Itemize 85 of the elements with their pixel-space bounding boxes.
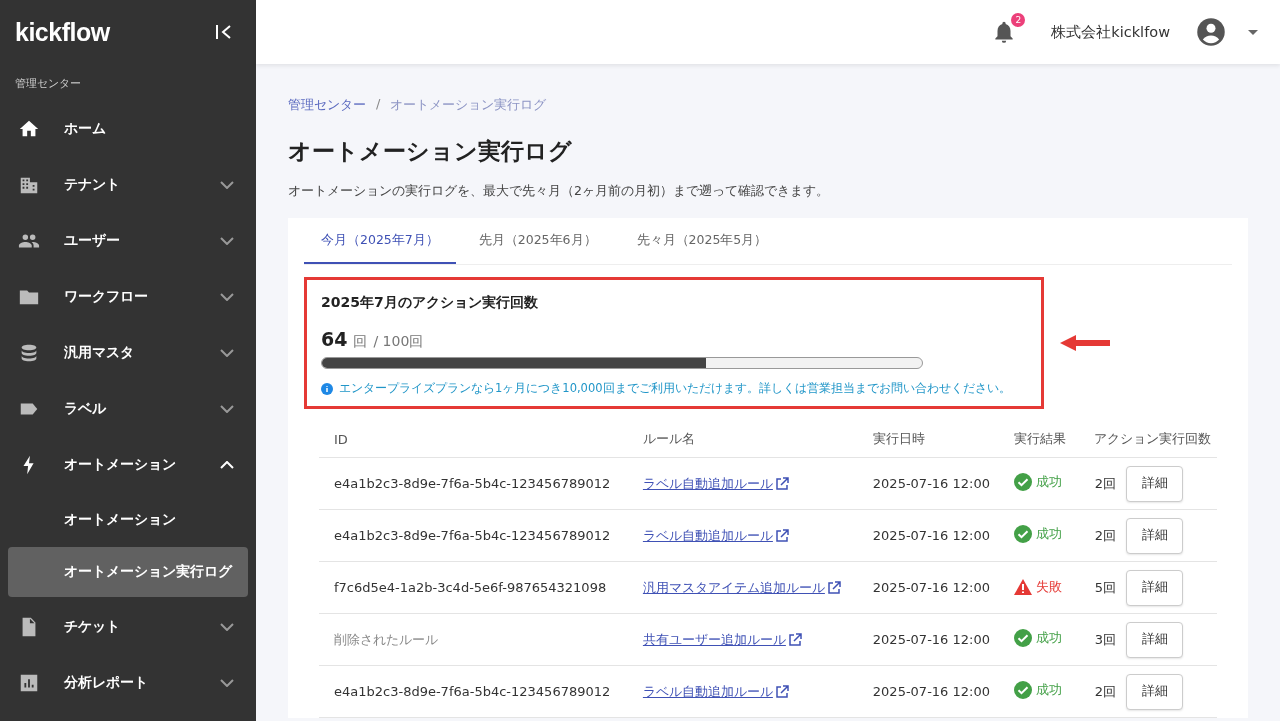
- check-circle-icon: [1014, 473, 1033, 491]
- chevron-down-icon: [220, 623, 234, 631]
- chevron-down-icon: [220, 679, 234, 687]
- sidebar-item[interactable]: 分析レポート: [8, 655, 248, 711]
- execution-datetime: 2025-07-16 12:00: [872, 684, 990, 699]
- log-id: e4a1b2c3-8d9e-7f6a-5b4c-123456789012: [334, 684, 611, 699]
- detail-button[interactable]: 詳細: [1126, 569, 1183, 606]
- sidebar-item[interactable]: ホーム: [8, 101, 248, 157]
- breadcrumb-separator: /: [376, 96, 381, 113]
- result-status: 成功: [1036, 525, 1063, 543]
- detail-button[interactable]: 詳細: [1126, 621, 1183, 658]
- sidebar-item[interactable]: ユーザー: [8, 213, 248, 269]
- sidebar-item[interactable]: オートメーション: [8, 437, 248, 493]
- warning-icon: [1014, 578, 1033, 595]
- sidebar-item[interactable]: ワークフロー: [8, 269, 248, 325]
- sidebar-item[interactable]: ラベル: [8, 381, 248, 437]
- section-label: 管理センター: [14, 76, 82, 92]
- bar-chart-icon: [18, 672, 40, 694]
- sidebar-item[interactable]: 汎用マスタ: [8, 325, 248, 381]
- info-icon: [321, 382, 333, 395]
- detail-button[interactable]: 詳細: [1126, 517, 1183, 554]
- result-status: 成功: [1036, 473, 1063, 491]
- logo: kickflow: [15, 17, 110, 47]
- rule-link[interactable]: ラベル自動追加ルール: [642, 682, 789, 701]
- caret-icon[interactable]: [1248, 29, 1258, 35]
- usage-unit: 回: [353, 333, 368, 351]
- chevron-down-icon: [220, 405, 234, 413]
- check-circle-icon: [1014, 681, 1033, 699]
- column-header: アクション実行回数: [1077, 421, 1217, 458]
- breadcrumb-link[interactable]: 管理センター: [288, 96, 366, 114]
- rule-link[interactable]: 汎用マスタアイテム追加ルール: [642, 578, 841, 597]
- detail-button[interactable]: 詳細: [1126, 673, 1183, 710]
- result-status: 失敗: [1036, 577, 1063, 596]
- avatar-icon[interactable]: [1196, 17, 1226, 47]
- log-id: e4a1b2c3-8d9e-7f6a-5b4c-123456789012: [334, 528, 611, 543]
- log-id: f7c6d5e4-1a2b-3c4d-5e6f-987654321098: [334, 580, 607, 595]
- rule-link[interactable]: ラベル自動追加ルール: [642, 474, 789, 493]
- usage-limit: / 100回: [373, 333, 424, 351]
- page-description: オートメーションの実行ログを、最大で先々月（2ヶ月前の月初）まで遡って確認できます。: [288, 183, 830, 200]
- log-id: e4a1b2c3-8d9e-7f6a-5b4c-123456789012: [334, 476, 611, 491]
- action-count: 2回: [1094, 527, 1116, 542]
- external-link-icon: [826, 580, 841, 595]
- detail-button[interactable]: 詳細: [1126, 465, 1183, 502]
- sidebar-subitem[interactable]: オートメーション: [8, 495, 248, 545]
- execution-datetime: 2025-07-16 12:00: [872, 632, 990, 647]
- deleted-rule-text: 削除されたルール: [334, 631, 438, 647]
- chevron-down-icon: [220, 181, 234, 189]
- usage-title: 2025年7月のアクション実行回数: [321, 294, 539, 312]
- month-tab[interactable]: 今月（2025年7月）: [304, 218, 456, 264]
- external-link-icon: [774, 476, 789, 491]
- action-count: 2回: [1094, 683, 1116, 698]
- check-circle-icon: [1014, 525, 1033, 543]
- month-tab[interactable]: 先月（2025年6月）: [461, 218, 614, 264]
- chevron-down-icon: [220, 237, 234, 245]
- sidebar-item[interactable]: テナント: [8, 157, 248, 213]
- usage-count: 64: [321, 328, 348, 350]
- company-name: 株式会社kicklfow: [1051, 22, 1170, 42]
- chevron-down-icon: [220, 293, 234, 301]
- result-status: 成功: [1036, 629, 1063, 647]
- page-title: オートメーション実行ログ: [288, 137, 573, 166]
- external-link-icon: [774, 684, 789, 699]
- external-link-icon: [787, 632, 802, 647]
- result-status: 成功: [1036, 681, 1063, 699]
- column-header: 実行結果: [1006, 421, 1078, 458]
- action-count: 2回: [1094, 475, 1116, 490]
- month-tab[interactable]: 先々月（2025年5月）: [619, 218, 785, 264]
- chevron-down-icon: [220, 349, 234, 357]
- column-header: 実行日時: [857, 421, 1007, 458]
- plan-note: エンタープライズプランなら1ヶ月につき10,000回までご利用いただけます。詳しくは営業担当までお問い合わせください。: [339, 381, 1011, 396]
- sidebar-item[interactable]: チケット: [8, 599, 248, 655]
- check-circle-icon: [1014, 629, 1033, 647]
- notification-badge: 2: [1011, 13, 1026, 27]
- rule-link[interactable]: ラベル自動追加ルール: [642, 526, 789, 545]
- column-header: ルール名: [627, 421, 858, 458]
- action-count: 3回: [1094, 631, 1116, 646]
- collapse-sidebar-icon[interactable]: [215, 24, 233, 40]
- execution-datetime: 2025-07-16 12:00: [872, 528, 990, 543]
- column-header: ID: [319, 421, 628, 458]
- execution-datetime: 2025-07-16 12:00: [872, 476, 990, 491]
- execution-datetime: 2025-07-16 12:00: [872, 580, 990, 595]
- rule-link[interactable]: 共有ユーザー追加ルール: [642, 630, 802, 649]
- sidebar-subitem[interactable]: オートメーション実行ログ: [8, 547, 248, 597]
- chevron-up-icon: [220, 461, 234, 469]
- external-link-icon: [774, 528, 789, 543]
- action-count: 5回: [1094, 579, 1116, 594]
